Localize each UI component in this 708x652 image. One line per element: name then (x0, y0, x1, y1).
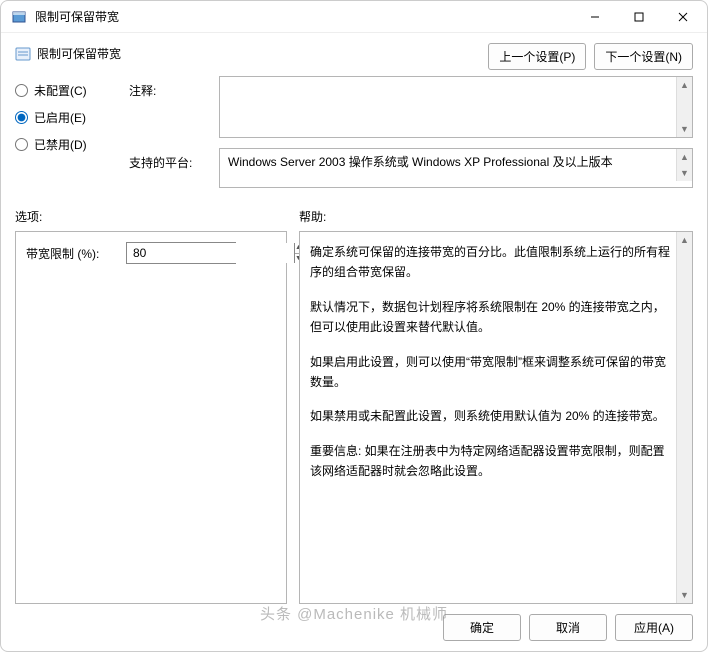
comment-scrollbar[interactable]: ▲ ▼ (676, 77, 692, 137)
scroll-down-icon[interactable]: ▼ (677, 121, 692, 137)
policy-icon (15, 46, 31, 62)
window-title: 限制可保留带宽 (35, 8, 573, 25)
platform-text: Windows Server 2003 操作系统或 Windows XP Pro… (220, 149, 676, 174)
bandwidth-label: 带宽限制 (%): (26, 245, 116, 262)
radio-not-configured[interactable]: 未配置(C) (15, 82, 115, 99)
platform-scrollbar[interactable]: ▲ ▼ (676, 149, 692, 181)
help-label: 帮助: (299, 208, 693, 225)
apply-button[interactable]: 应用(A) (615, 614, 693, 641)
options-label: 选项: (15, 208, 299, 225)
titlebar: 限制可保留带宽 (1, 1, 707, 33)
header-title: 限制可保留带宽 (37, 45, 121, 62)
header-row: 限制可保留带宽 上一个设置(P) 下一个设置(N) (15, 41, 693, 70)
ok-button[interactable]: 确定 (443, 614, 521, 641)
platform-box: Windows Server 2003 操作系统或 Windows XP Pro… (219, 148, 693, 188)
scroll-up-icon[interactable]: ▲ (677, 149, 692, 165)
cancel-button[interactable]: 取消 (529, 614, 607, 641)
bandwidth-input[interactable] (127, 243, 294, 263)
help-text: 确定系统可保留的连接带宽的百分比。此值限制系统上运行的所有程序的组合带宽保留。 … (300, 232, 676, 603)
state-radio-group: 未配置(C) 已启用(E) 已禁用(D) (15, 76, 115, 198)
window-icon (11, 9, 27, 25)
help-scrollbar[interactable]: ▲ ▼ (676, 232, 692, 603)
comment-textarea[interactable]: ▲ ▼ (219, 76, 693, 138)
platform-label: 支持的平台: (129, 148, 209, 188)
dialog-footer: 确定 取消 应用(A) (15, 612, 693, 641)
bandwidth-spinner[interactable]: ▲ ▼ (126, 242, 236, 264)
scroll-up-icon[interactable]: ▲ (677, 232, 692, 248)
radio-enabled[interactable]: 已启用(E) (15, 109, 115, 126)
options-panel: 带宽限制 (%): ▲ ▼ (15, 231, 287, 604)
prev-setting-button[interactable]: 上一个设置(P) (488, 43, 586, 70)
help-panel: 确定系统可保留的连接带宽的百分比。此值限制系统上运行的所有程序的组合带宽保留。 … (299, 231, 693, 604)
scroll-down-icon[interactable]: ▼ (677, 587, 692, 603)
scroll-up-icon[interactable]: ▲ (677, 77, 692, 93)
close-button[interactable] (661, 2, 705, 32)
minimize-button[interactable] (573, 2, 617, 32)
comment-label: 注释: (129, 76, 209, 138)
next-setting-button[interactable]: 下一个设置(N) (594, 43, 693, 70)
scroll-down-icon[interactable]: ▼ (677, 165, 692, 181)
maximize-button[interactable] (617, 2, 661, 32)
radio-disabled[interactable]: 已禁用(D) (15, 136, 115, 153)
